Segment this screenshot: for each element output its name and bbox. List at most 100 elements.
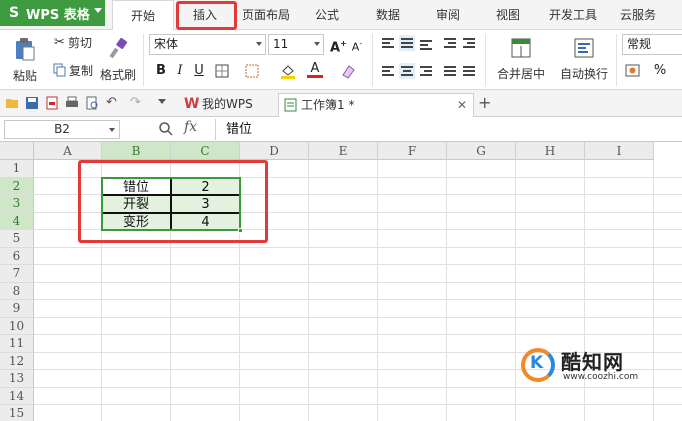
row-header-13[interactable]: 13 — [0, 370, 34, 388]
tab-formulas[interactable]: 公式 — [300, 0, 354, 30]
column-header-e[interactable]: E — [309, 142, 378, 160]
cell-b3[interactable]: 开裂 — [102, 195, 171, 213]
column-header-i[interactable]: I — [585, 142, 654, 160]
wrap-text-button[interactable]: 自动换行 — [556, 33, 612, 85]
cell-b4[interactable]: 变形 — [102, 212, 171, 230]
toolbar-divider — [616, 34, 617, 86]
align-center-icon[interactable] — [399, 63, 415, 79]
chevron-down-icon — [256, 42, 262, 46]
column-header-f[interactable]: F — [378, 142, 447, 160]
name-box[interactable]: B2 — [4, 120, 120, 139]
borders-icon[interactable] — [214, 63, 230, 79]
new-tab-button[interactable]: + — [478, 93, 491, 112]
cell-c4[interactable]: 4 — [171, 212, 240, 230]
formula-input[interactable]: 错位 — [215, 119, 681, 140]
number-format-select[interactable]: 常规 — [622, 34, 682, 55]
app-menu-button[interactable]: S WPS 表格 — [0, 0, 105, 26]
save-icon[interactable] — [25, 96, 39, 110]
paste-button[interactable]: 粘贴 — [8, 34, 42, 86]
wrap-text-icon — [574, 38, 594, 57]
tab-home[interactable]: 开始 — [112, 0, 174, 31]
column-header-a[interactable]: A — [34, 142, 102, 160]
tab-data[interactable]: 数据 — [360, 0, 416, 30]
select-all-corner[interactable] — [0, 142, 34, 160]
row-header-2[interactable]: 2 — [0, 177, 34, 195]
justify-icon[interactable] — [442, 63, 458, 79]
align-right-icon[interactable] — [418, 63, 434, 79]
zoom-icon[interactable] — [158, 121, 174, 137]
row-header-10[interactable]: 10 — [0, 317, 34, 335]
redo-icon[interactable]: ↷ — [130, 95, 141, 110]
increase-indent-icon[interactable] — [461, 35, 477, 51]
font-color-button[interactable]: A — [307, 61, 323, 78]
row-header-15[interactable]: 15 — [0, 405, 34, 421]
column-header-d[interactable]: D — [240, 142, 309, 160]
row-header-5[interactable]: 5 — [0, 230, 34, 248]
fill-handle[interactable] — [238, 228, 243, 233]
insert-function-button[interactable]: fx — [184, 119, 197, 135]
italic-button[interactable]: I — [172, 63, 188, 79]
app-name: WPS 表格 — [26, 7, 90, 23]
align-top-icon[interactable] — [380, 35, 396, 51]
cell-style-icon[interactable] — [244, 63, 260, 79]
increase-font-icon[interactable]: A+ — [330, 36, 347, 55]
row-header-1[interactable]: 1 — [0, 160, 34, 178]
gridline — [308, 160, 309, 421]
row-header-8[interactable]: 8 — [0, 282, 34, 300]
close-icon[interactable]: ✕ — [457, 94, 467, 116]
row-header-4[interactable]: 4 — [0, 212, 34, 230]
customize-toolbar-icon[interactable] — [158, 99, 166, 104]
cut-button[interactable]: ✂ 剪切 — [50, 33, 96, 51]
currency-icon[interactable] — [624, 62, 642, 80]
bold-button[interactable]: B — [153, 63, 169, 79]
distributed-icon[interactable] — [461, 63, 477, 79]
tab-developer[interactable]: 开发工具 — [538, 0, 608, 30]
ribbon-tab-bar: S WPS 表格 开始 插入 页面布局 公式 数据 审阅 视图 开发工具 云服务 — [0, 0, 682, 31]
tab-view[interactable]: 视图 — [480, 0, 536, 30]
tab-my-wps[interactable]: W 我的WPS — [180, 93, 276, 117]
print-preview-icon[interactable] — [85, 96, 99, 110]
export-pdf-icon[interactable] — [45, 96, 59, 110]
row-header-14[interactable]: 14 — [0, 387, 34, 405]
cell-c2[interactable]: 2 — [171, 177, 240, 195]
print-icon[interactable] — [65, 96, 79, 110]
tab-review[interactable]: 审阅 — [420, 0, 476, 30]
cell-reference: B2 — [54, 122, 70, 136]
tab-insert[interactable]: 插入 — [176, 0, 234, 30]
format-painter-label: 格式刷 — [99, 67, 136, 82]
align-bottom-icon[interactable] — [418, 35, 434, 51]
column-header-g[interactable]: G — [447, 142, 516, 160]
column-header-c[interactable]: C — [171, 142, 240, 160]
copy-button[interactable]: 复制 — [50, 61, 96, 79]
decrease-indent-icon[interactable] — [442, 35, 458, 51]
font-name-select[interactable]: 宋体 — [149, 34, 266, 55]
cut-label: 剪切 — [67, 35, 92, 50]
tab-page-layout[interactable]: 页面布局 — [234, 0, 298, 30]
tab-workbook[interactable]: 工作簿1 * ✕ — [278, 93, 474, 117]
row-header-9[interactable]: 9 — [0, 300, 34, 318]
column-header-b[interactable]: B — [102, 142, 171, 160]
percent-button[interactable]: % — [652, 63, 668, 79]
merge-center-button[interactable]: 合并居中 — [490, 33, 552, 85]
cell-c3[interactable]: 3 — [171, 195, 240, 213]
undo-icon[interactable]: ↶ — [106, 95, 117, 110]
align-middle-icon[interactable] — [399, 35, 415, 51]
clear-format-icon[interactable] — [340, 62, 358, 80]
column-header-h[interactable]: H — [516, 142, 585, 160]
align-left-icon[interactable] — [380, 63, 396, 79]
decrease-font-icon[interactable]: A- — [349, 36, 365, 54]
tab-cloud-service[interactable]: 云服务 — [610, 0, 666, 30]
scissors-icon: ✂ — [54, 34, 65, 50]
row-header-12[interactable]: 12 — [0, 352, 34, 370]
font-size-select[interactable]: 11 — [268, 34, 324, 55]
row-header-7[interactable]: 7 — [0, 265, 34, 283]
format-painter-button[interactable]: 格式刷 — [98, 34, 138, 86]
copy-label: 复制 — [68, 63, 93, 78]
cell-b2[interactable]: 错位 — [102, 177, 171, 195]
underline-button[interactable]: U — [191, 63, 207, 79]
fill-color-icon[interactable] — [279, 62, 297, 80]
row-header-6[interactable]: 6 — [0, 247, 34, 265]
row-header-11[interactable]: 11 — [0, 335, 34, 353]
row-header-3[interactable]: 3 — [0, 195, 34, 213]
open-folder-icon[interactable] — [5, 96, 19, 110]
